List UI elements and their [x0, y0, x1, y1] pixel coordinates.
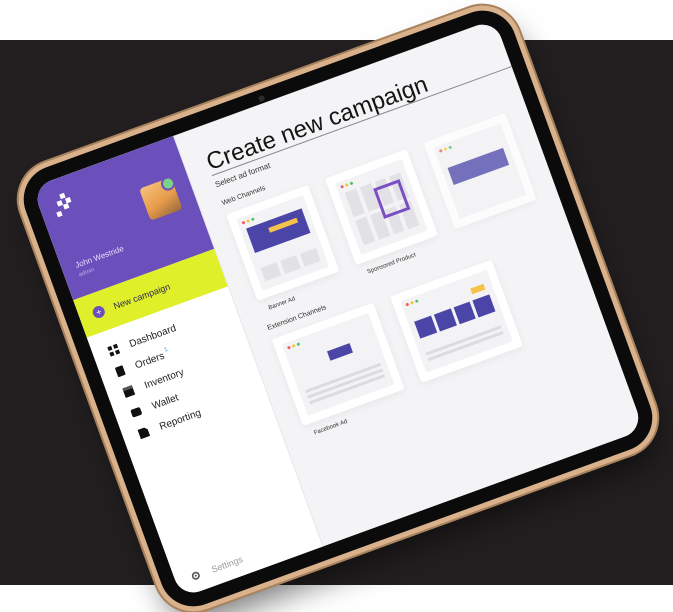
sponsored-product-preview — [335, 159, 428, 255]
ad-format-card-partial[interactable] — [423, 113, 537, 230]
ad-format-card-banner[interactable]: Banner Ad — [226, 184, 340, 311]
reporting-icon — [137, 427, 150, 440]
card-caption: Banner Ad — [267, 296, 297, 312]
plus-icon: + — [91, 304, 107, 320]
card-caption: Facebook Ad — [313, 418, 349, 437]
user-role: admin — [78, 267, 96, 279]
partial-preview — [433, 123, 527, 219]
avatar[interactable] — [139, 177, 183, 221]
stage: John Westride admin + New campaign Dashb… — [0, 0, 673, 612]
camera-icon — [257, 94, 266, 103]
new-campaign-label: New campaign — [112, 281, 172, 312]
facebook-ad-preview — [281, 312, 395, 416]
ad-format-card-sponsored-product[interactable]: Sponsored Product — [324, 148, 439, 276]
card-caption: Sponsored Product — [366, 252, 417, 276]
carousel-preview — [400, 269, 513, 373]
brand-logo-icon — [56, 192, 72, 218]
user-name: John Westride — [73, 244, 125, 270]
orders-icon — [114, 365, 126, 378]
gear-icon — [191, 571, 200, 580]
dashboard-icon — [107, 343, 121, 357]
banner-block — [246, 208, 311, 254]
orders-count-badge: 1 — [163, 346, 169, 354]
wallet-icon — [130, 406, 143, 418]
online-status-badge — [159, 177, 178, 193]
banner-ad-preview — [236, 195, 330, 291]
inventory-icon — [122, 385, 136, 398]
settings-label: Settings — [210, 554, 245, 575]
